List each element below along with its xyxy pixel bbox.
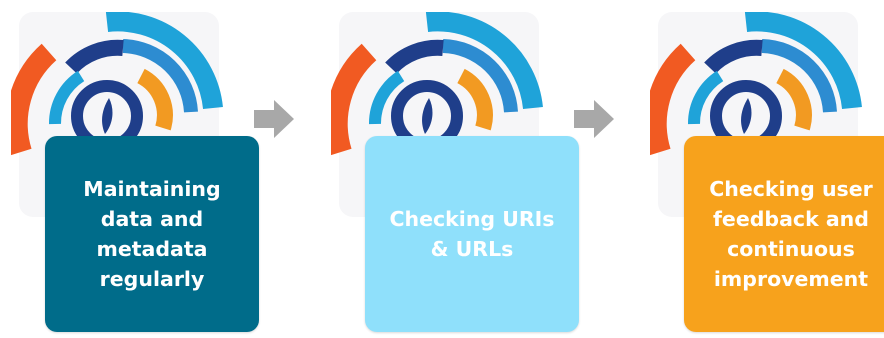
right-arrow-icon xyxy=(574,100,614,138)
step-card: Checking URIs & URLs xyxy=(365,136,579,332)
step-card: Maintaining data and metadata regularly xyxy=(45,136,259,332)
step-card-text: Checking user feedback and continuous im… xyxy=(709,177,873,291)
right-arrow-icon xyxy=(254,100,294,138)
step-card-text: Checking URIs & URLs xyxy=(389,207,555,261)
step-3: Checking user feedback and continuous im… xyxy=(650,0,884,338)
step-1: Maintaining data and metadata regularly xyxy=(11,0,261,338)
step-card: Checking user feedback and continuous im… xyxy=(684,136,884,332)
process-diagram: Maintaining data and metadata regularly … xyxy=(0,0,884,338)
step-2: Checking URIs & URLs xyxy=(331,0,581,338)
step-card-text: Maintaining data and metadata regularly xyxy=(83,177,221,291)
